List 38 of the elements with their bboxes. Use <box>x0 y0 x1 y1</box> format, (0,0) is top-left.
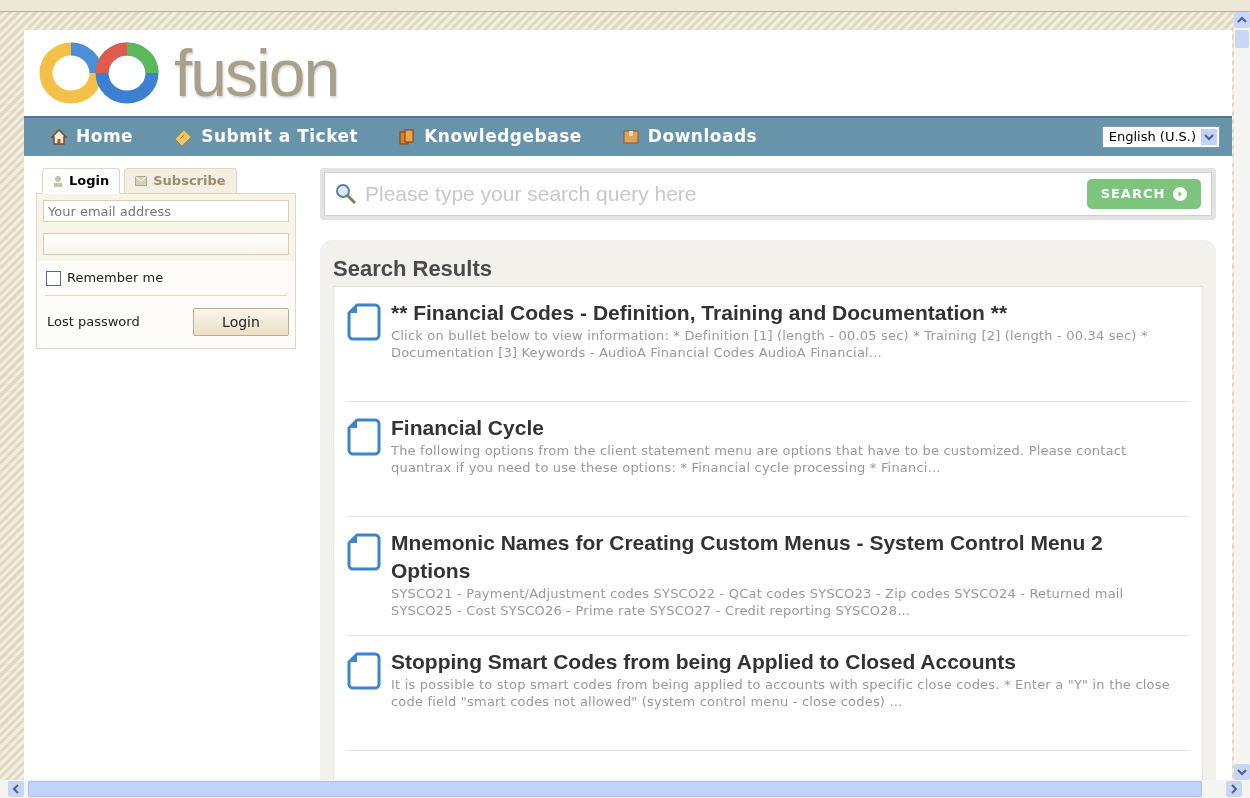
scroll-thumb[interactable] <box>28 781 1202 797</box>
document-icon <box>347 418 381 456</box>
house-icon <box>50 127 68 146</box>
login-tab[interactable]: Login <box>42 168 121 194</box>
ticket-icon <box>173 127 194 146</box>
login-button[interactable]: Login <box>193 308 289 336</box>
scroll-left-icon[interactable] <box>8 781 24 797</box>
scroll-down-icon[interactable] <box>1234 764 1250 780</box>
result-title-link[interactable]: Financial Cycle <box>391 414 1131 442</box>
scroll-up-icon[interactable] <box>1234 12 1250 48</box>
document-icon <box>347 652 381 690</box>
vertical-scrollbar[interactable] <box>1234 12 1250 780</box>
search-icon <box>335 183 357 205</box>
result-snippet: SYSCO21 - Payment/Adjustment codes SYSCO22 - QCat codes SYSCO23 - Zip codes SYSCO24 - Returned mail SYSCO25 - Cost SYSCO26 - Prime rate SYSCO27 - Credit reporting SYSCO28... <box>391 585 1125 619</box>
remember-checkbox[interactable] <box>46 270 61 286</box>
envelope-icon <box>135 176 148 186</box>
logo-icon <box>38 41 160 104</box>
scroll-right-icon[interactable] <box>1226 781 1242 797</box>
person-icon <box>53 175 63 187</box>
box-icon <box>621 127 640 146</box>
result-snippet: The following options from the client statement menu are options that have to be customized. Please contact quantrax if you need to use these options: * Financial cycle processing * Financi... <box>391 442 1128 476</box>
result-snippet: Click on bullet below to view information: * Definition [1] (length - 00.05 sec) * Training [2] (length - 00.34 sec) * Documentation [3] Keywords - AudioA Financial Codes AudioA Financial... <box>391 327 1149 361</box>
results-heading: Search Results <box>333 255 493 283</box>
email-field[interactable]: Your email address <box>43 200 289 222</box>
books-icon <box>398 127 417 146</box>
result-title-link[interactable]: Stopping Smart Codes from being Applied to Closed Accounts <box>391 648 1131 676</box>
result-title-link[interactable]: Mnemonic Names for Creating Custom Menus - System Control Menu 2 Options <box>391 529 1131 585</box>
result-title-link[interactable]: ** Financial Codes - Definition, Training and Documentation ** <box>391 299 1131 327</box>
result-snippet: It is possible to stop smart codes from being applied to accounts with specific close codes. * Enter a "Y" in the close code field "smart codes not allowed" (system control menu - close codes) ... <box>391 676 1171 710</box>
arrow-circle-icon <box>1173 187 1188 201</box>
horizontal-scrollbar[interactable] <box>0 780 1250 798</box>
document-icon <box>347 533 381 571</box>
document-icon <box>347 303 381 341</box>
lost-password-link[interactable]: Lost password <box>47 312 140 332</box>
password-field[interactable] <box>43 233 289 255</box>
logo-text: fusion <box>174 39 339 106</box>
language-select[interactable]: English (U.S.) <box>1101 125 1220 148</box>
remember-label: Remember me <box>67 269 164 288</box>
